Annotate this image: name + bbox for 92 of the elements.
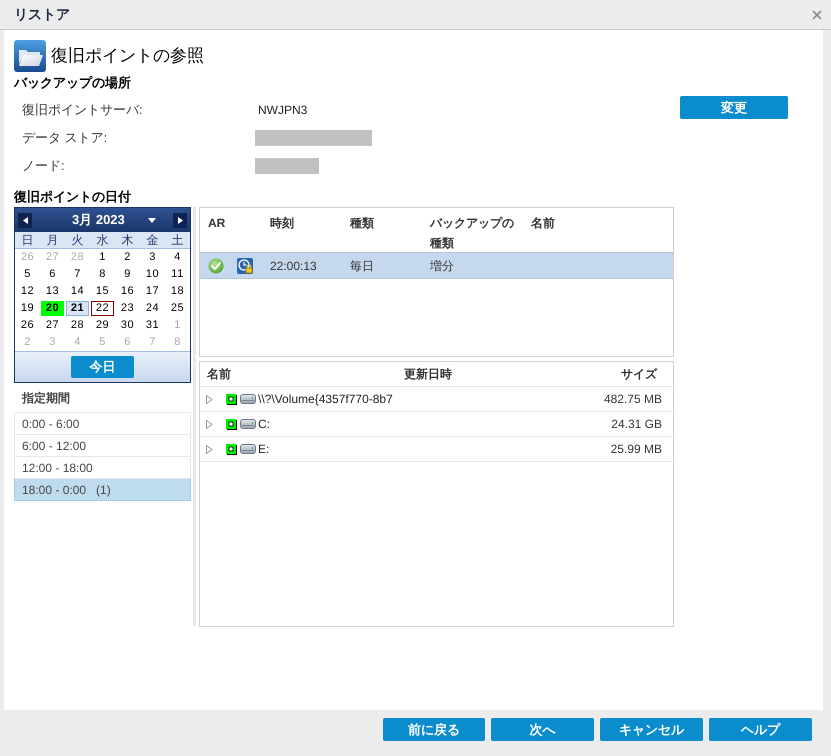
calendar-day[interactable]: 15 [91, 284, 114, 299]
previous-month-button[interactable] [18, 212, 32, 228]
calendar-day[interactable]: 8 [91, 267, 114, 282]
time-range-item[interactable]: 12:00 - 18:00 [14, 457, 191, 479]
column-header[interactable]: 名前 [531, 213, 621, 233]
dialog-button[interactable]: キャンセル [600, 718, 703, 741]
drive-icon [240, 444, 256, 454]
calendar-day[interactable]: 1 [91, 250, 114, 265]
change-button[interactable]: 変更 [680, 96, 788, 119]
close-icon[interactable] [812, 10, 822, 20]
calendar-day[interactable]: 22 [91, 301, 114, 316]
field-label: ノード: [21, 157, 66, 176]
type-cell-text: 毎日 [350, 258, 375, 274]
weekday-label: 木 [122, 232, 134, 248]
drive-icon [240, 394, 256, 404]
window-title: リストア [14, 5, 70, 24]
calendar-day[interactable]: 2 [116, 250, 139, 265]
calendar-day[interactable]: 27 [41, 318, 64, 333]
list-heading: 指定期間 [22, 390, 70, 406]
calendar-day[interactable]: 24 [141, 301, 164, 316]
dialog-button[interactable]: 次へ [491, 718, 594, 741]
column-header[interactable]: 時刻 [270, 213, 350, 233]
calendar-day[interactable]: 10 [141, 267, 164, 282]
today-button[interactable]: 今日 [71, 356, 134, 378]
dialog-button[interactable]: 前に戻る [383, 718, 485, 741]
expander-icon[interactable] [206, 394, 213, 404]
calendar-day[interactable]: 23 [116, 301, 139, 316]
column-header[interactable]: バックアップの種類 [430, 213, 520, 253]
calendar-day[interactable]: 9 [116, 267, 139, 282]
calendar-day[interactable]: 31 [141, 318, 164, 333]
field-label: データ ストア: [21, 129, 108, 148]
dropdown-caret-icon[interactable] [148, 218, 156, 222]
field-value: NWJPN3 [258, 102, 308, 119]
file-name: \\?\Volume{4357f770-8b7 [258, 391, 394, 408]
time-range-item[interactable]: 18:00 - 0:00 (1) [14, 479, 191, 501]
weekday-label: 土 [172, 232, 184, 248]
calendar-day[interactable]: 4 [166, 250, 189, 265]
recovery-point-row[interactable]: 22:00:13 毎日 増分 [200, 252, 673, 279]
file-name: C: [258, 416, 271, 433]
dialog-button[interactable]: ヘルプ [709, 718, 812, 741]
weekday-label: 水 [96, 232, 108, 248]
checkbox[interactable] [226, 418, 237, 430]
expander-icon[interactable] [206, 444, 213, 454]
page-title: 復旧ポイントの参照 [51, 46, 204, 66]
checkbox[interactable] [226, 394, 237, 404]
calendar-day[interactable]: 6 [41, 267, 64, 282]
weekday-label: 金 [146, 232, 158, 248]
section-heading: バックアップの場所 [14, 76, 132, 90]
caret-left-icon[interactable] [22, 216, 28, 224]
calendar-day[interactable]: 19 [16, 301, 39, 316]
drive-icon [240, 419, 256, 429]
calendar-day[interactable]: 11 [166, 267, 189, 282]
calendar-day[interactable]: 21 [66, 301, 89, 316]
file-name: E: [258, 441, 270, 458]
column-header[interactable]: AR [208, 213, 270, 233]
caret-right-icon[interactable] [178, 216, 182, 224]
backup-type-cell-text: 増分 [430, 258, 455, 274]
calendar-day[interactable]: 13 [41, 284, 64, 299]
expander-icon[interactable] [206, 420, 213, 428]
next-month-button[interactable] [173, 212, 187, 228]
calendar-day[interactable]: 28 [66, 318, 89, 333]
weekday-label: 日 [22, 232, 34, 248]
time-cell-text: 22:00:13 [270, 258, 318, 274]
calendar-day[interactable]: 29 [91, 318, 114, 333]
calendar-day[interactable]: 16 [116, 284, 139, 299]
file-size: 482.75 MB [604, 391, 663, 408]
calendar-day[interactable]: 12 [16, 284, 39, 299]
calendar-day[interactable]: 26 [16, 318, 39, 333]
calendar-day[interactable]: 14 [66, 284, 89, 299]
file-size: 25.99 MB [610, 441, 663, 458]
weekday-label: 月 [46, 232, 58, 248]
field-label: 復旧ポイントサーバ: [21, 101, 144, 120]
calendar-day[interactable]: 30 [116, 318, 139, 333]
column-header[interactable]: 更新日時 [404, 365, 452, 383]
column-header[interactable]: サイズ [621, 365, 657, 383]
file-size: 24.31 GB [611, 416, 663, 433]
calendar-day[interactable]: 20 [41, 301, 64, 316]
clock-lock-icon [237, 258, 253, 274]
calendar-day[interactable]: 25 [166, 301, 189, 316]
calendar-day[interactable]: 3 [141, 250, 164, 265]
column-header[interactable]: 名前 [207, 365, 231, 383]
folder-icon [14, 40, 46, 72]
section-heading: 復旧ポイントの日付 [14, 190, 132, 204]
calendar-day[interactable]: 17 [141, 284, 164, 299]
checkbox[interactable] [226, 444, 237, 454]
calendar-day[interactable]: 5 [16, 267, 39, 282]
time-range-item[interactable]: 0:00 - 6:00 [14, 413, 191, 435]
time-range-item[interactable]: 6:00 - 12:00 [14, 435, 191, 457]
calendar-day[interactable]: 18 [166, 284, 189, 299]
column-header[interactable]: 種類 [350, 213, 430, 233]
weekday-label: 火 [72, 232, 84, 248]
calendar-day[interactable]: 7 [66, 267, 89, 282]
